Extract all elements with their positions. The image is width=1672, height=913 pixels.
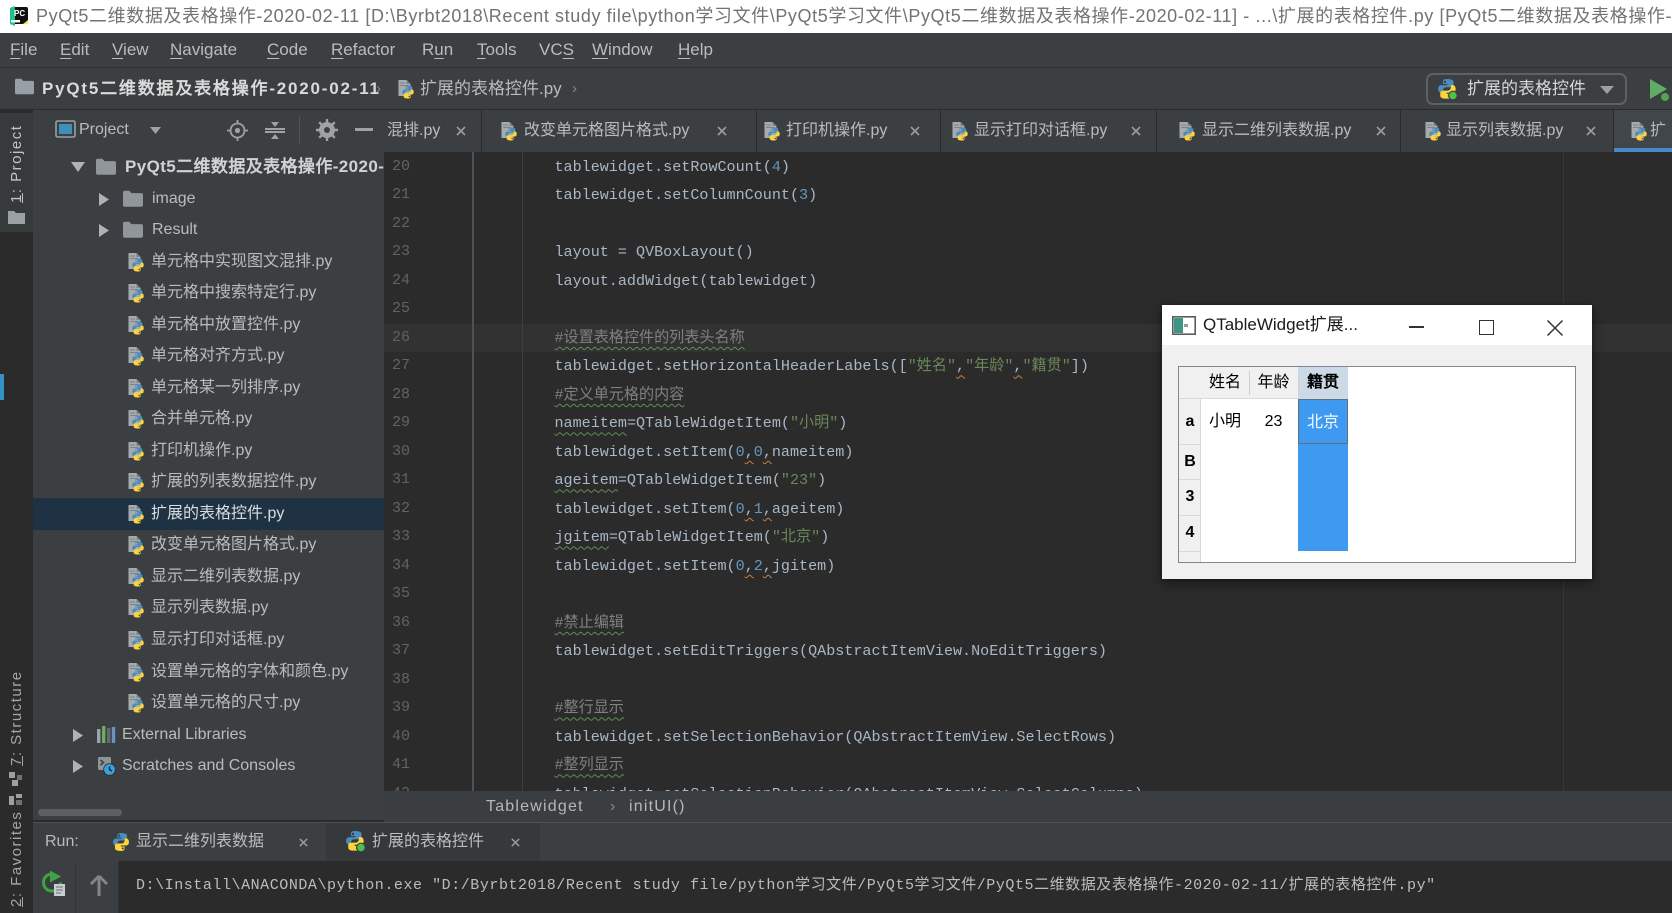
svg-text:PC: PC [14, 9, 25, 18]
